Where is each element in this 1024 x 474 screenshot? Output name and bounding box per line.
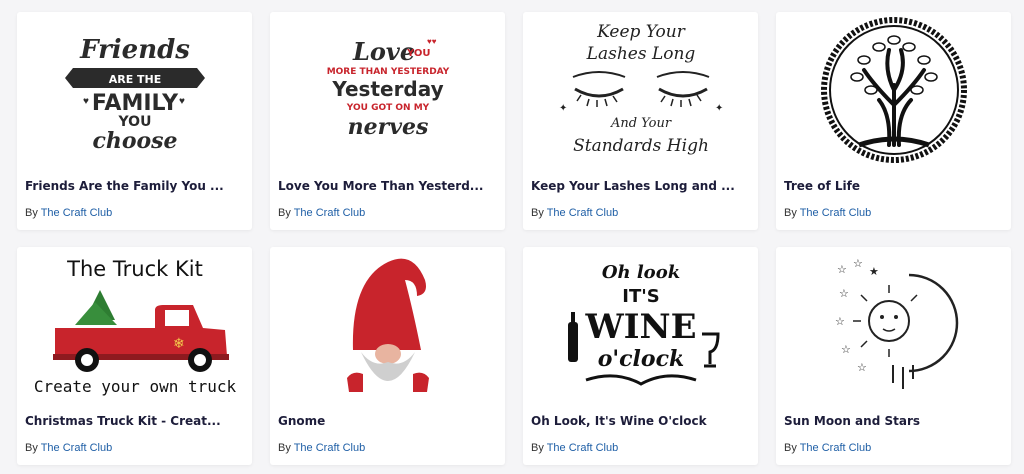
by-label: By (25, 442, 38, 454)
product-card[interactable]: Keep Your Lashes Long ✦ ✦ And Your Stand… (523, 12, 758, 230)
art-text: choose (92, 128, 177, 154)
by-label: By (278, 207, 291, 219)
art-text: Standards High (573, 136, 709, 156)
art-text: WINE (584, 307, 696, 347)
by-label: By (784, 207, 797, 219)
svg-text:☆: ☆ (841, 344, 851, 356)
art-text: YOU (406, 48, 431, 59)
product-card[interactable]: Love YOU MORE THAN YESTERDAY Yesterday Y… (270, 12, 505, 230)
product-title[interactable]: Tree of Life (784, 179, 999, 193)
product-byline: By The Craft Club (25, 442, 112, 454)
product-card[interactable]: Gnome By The Craft Club (270, 247, 505, 465)
author-link[interactable]: The Craft Club (547, 207, 619, 219)
product-byline: By The Craft Club (784, 442, 871, 454)
by-label: By (531, 207, 544, 219)
svg-text:✦: ✦ (559, 103, 567, 114)
author-link[interactable]: The Craft Club (41, 442, 113, 454)
art-text: Lashes Long (585, 44, 695, 64)
product-title[interactable]: Gnome (278, 414, 493, 428)
product-title[interactable]: Keep Your Lashes Long and ... (531, 179, 746, 193)
svg-text:♥♥: ♥♥ (427, 37, 437, 46)
art-text: o'clock (597, 346, 683, 372)
product-title[interactable]: Love You More Than Yesterd... (278, 179, 493, 193)
author-link[interactable]: The Craft Club (800, 442, 872, 454)
product-image-truck-kit[interactable]: The Truck Kit ❄ Create your own truck (17, 247, 252, 403)
art-text: IT'S (622, 286, 659, 307)
author-link[interactable]: The Craft Club (800, 207, 872, 219)
svg-text:☆: ☆ (837, 264, 847, 276)
art-text: Oh look (601, 262, 679, 283)
product-byline: By The Craft Club (278, 207, 365, 219)
product-image-gnome[interactable] (270, 247, 505, 403)
product-byline: By The Craft Club (278, 442, 365, 454)
art-text: And Your (609, 116, 671, 131)
product-card[interactable]: Friends ARE THE FAMILY YOU choose ♥ ♥ Fr… (17, 12, 252, 230)
art-text: Create your own truck (33, 377, 236, 396)
svg-text:☆: ☆ (835, 316, 845, 328)
product-title[interactable]: Oh Look, It's Wine O'clock (531, 414, 746, 428)
product-byline: By The Craft Club (25, 207, 112, 219)
author-link[interactable]: The Craft Club (294, 442, 366, 454)
product-image-tree-of-life[interactable] (776, 12, 1011, 168)
by-label: By (531, 442, 544, 454)
svg-text:★: ★ (869, 266, 879, 278)
product-image-wine-oclock[interactable]: Oh look IT'S WINE o'clock (523, 247, 758, 403)
svg-text:✦: ✦ (715, 103, 723, 114)
author-link[interactable]: The Craft Club (294, 207, 366, 219)
art-text: FAMILY (91, 91, 178, 116)
art-text: YOU GOT ON MY (345, 103, 429, 113)
product-title[interactable]: Sun Moon and Stars (784, 414, 999, 428)
product-byline: By The Craft Club (784, 207, 871, 219)
svg-text:♥: ♥ (83, 96, 89, 107)
product-image-lashes[interactable]: Keep Your Lashes Long ✦ ✦ And Your Stand… (523, 12, 758, 168)
product-grid: Friends ARE THE FAMILY YOU choose ♥ ♥ Fr… (17, 12, 1011, 474)
art-text: MORE THAN YESTERDAY (326, 67, 449, 77)
product-card[interactable]: ☆ ☆ ★ ☆ ☆ ☆ ☆ Sun Moon and Stars By The Craf… (776, 247, 1011, 465)
svg-text:♥: ♥ (179, 96, 185, 107)
art-text: ARE THE (108, 73, 161, 86)
svg-text:☆: ☆ (839, 288, 849, 300)
product-card[interactable]: The Truck Kit ❄ Create your own truck Ch… (17, 247, 252, 465)
art-text: Yesterday (331, 77, 443, 101)
by-label: By (25, 207, 38, 219)
art-text: Friends (79, 35, 190, 65)
art-text: Love (352, 37, 415, 66)
product-byline: By The Craft Club (531, 207, 618, 219)
product-card[interactable]: Oh look IT'S WINE o'clock Oh Look, It's … (523, 247, 758, 465)
by-label: By (784, 442, 797, 454)
gnome-icon (346, 258, 429, 392)
author-link[interactable]: The Craft Club (41, 207, 113, 219)
product-title[interactable]: Christmas Truck Kit - Creat... (25, 414, 240, 428)
product-title[interactable]: Friends Are the Family You ... (25, 179, 240, 193)
art-text: nerves (347, 114, 428, 140)
product-image-sun-moon-stars[interactable]: ☆ ☆ ★ ☆ ☆ ☆ ☆ (776, 247, 1011, 403)
product-image-love-you[interactable]: Love YOU MORE THAN YESTERDAY Yesterday Y… (270, 12, 505, 168)
product-card[interactable]: Tree of Life By The Craft Club (776, 12, 1011, 230)
sun-moon-stars-icon: ☆ ☆ ★ ☆ ☆ ☆ ☆ (835, 258, 958, 389)
by-label: By (278, 442, 291, 454)
svg-text:❄: ❄ (173, 335, 185, 351)
author-link[interactable]: The Craft Club (547, 442, 619, 454)
svg-text:☆: ☆ (853, 258, 863, 270)
art-text: Keep Your (596, 22, 686, 42)
art-text: The Truck Kit (66, 257, 203, 281)
svg-text:☆: ☆ (857, 362, 867, 374)
product-byline: By The Craft Club (531, 442, 618, 454)
product-image-friends[interactable]: Friends ARE THE FAMILY YOU choose ♥ ♥ (17, 12, 252, 168)
tree-of-life-icon (820, 17, 967, 163)
